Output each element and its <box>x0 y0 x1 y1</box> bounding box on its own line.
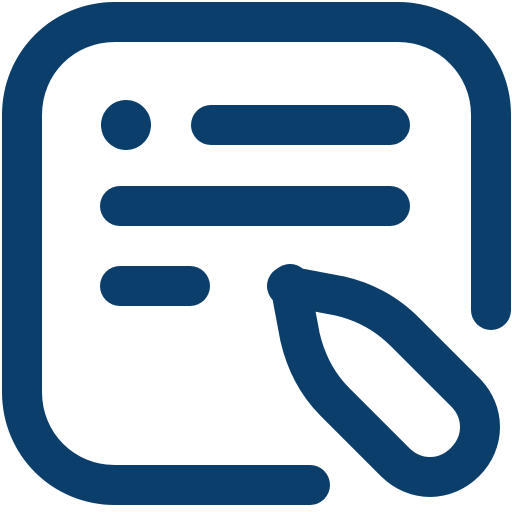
pencil-tip <box>267 264 500 497</box>
note-edit-icon <box>2 2 511 505</box>
bullet-dot <box>101 100 151 150</box>
note-frame-outline <box>2 2 511 505</box>
note-edit-icon-container <box>0 0 512 512</box>
